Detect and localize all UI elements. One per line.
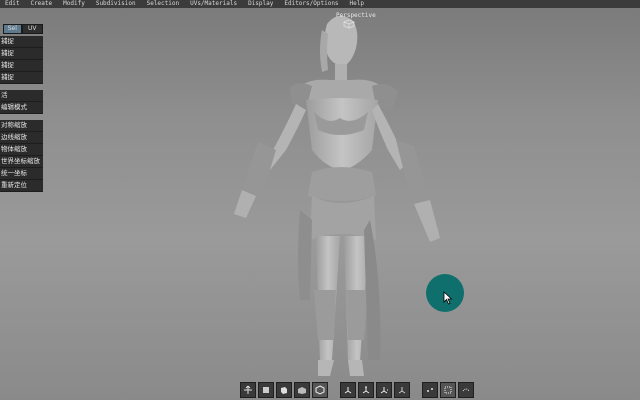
snap-button-4[interactable]: 捕捉: [0, 72, 43, 84]
vertex-mode-icon[interactable]: [422, 382, 438, 398]
tool-panel: Sel UV 捕捉 捕捉 捕捉 捕捉 活 编辑模式 对称缩放 边线缩放 物体缩放…: [0, 24, 43, 192]
menu-bar: Edit Create Modify Subdivision Selection…: [0, 0, 640, 8]
menu-item-editors-options[interactable]: Editors/Options: [279, 0, 344, 8]
view-cube-icon[interactable]: [343, 19, 355, 29]
menu-item-subdivision[interactable]: Subdivision: [91, 0, 142, 8]
edge-mode-icon[interactable]: [440, 382, 456, 398]
axis-world-icon[interactable]: [376, 382, 392, 398]
menu-item-edit[interactable]: Edit: [0, 0, 25, 8]
tab-sel[interactable]: Sel: [3, 24, 22, 34]
camera-label: Perspective: [336, 12, 376, 19]
face-mode-icon[interactable]: [458, 382, 474, 398]
menu-item-create[interactable]: Create: [25, 0, 58, 8]
unify-coord-button[interactable]: 统一坐标: [0, 168, 43, 180]
menu-item-display[interactable]: Display: [243, 0, 279, 8]
edge-scale-button[interactable]: 边线缩放: [0, 132, 43, 144]
move-gizmo-icon[interactable]: [240, 382, 256, 398]
tab-uv[interactable]: UV: [21, 24, 43, 34]
bottom-toolbar: [240, 382, 474, 398]
menu-item-selection[interactable]: Selection: [142, 0, 186, 8]
axis-xyz-icon[interactable]: [340, 382, 356, 398]
top-view-icon[interactable]: [294, 382, 310, 398]
menu-item-help[interactable]: Help: [345, 0, 370, 8]
front-view-icon[interactable]: [258, 382, 274, 398]
panel-tabs: Sel UV: [0, 24, 43, 34]
menu-item-modify[interactable]: Modify: [58, 0, 91, 8]
persp-view-icon[interactable]: [312, 382, 328, 398]
edit-mode-button[interactable]: 编辑模式: [0, 102, 43, 114]
axis-screen-icon[interactable]: [394, 382, 410, 398]
menu-item-uvs-materials[interactable]: UVs/Materials: [185, 0, 243, 8]
reposition-button[interactable]: 重新定位: [0, 180, 43, 192]
axis-local-icon[interactable]: [358, 382, 374, 398]
snap-button-2[interactable]: 捕捉: [0, 48, 43, 60]
snap-button-3[interactable]: 捕捉: [0, 60, 43, 72]
snap-button-1[interactable]: 捕捉: [0, 36, 43, 48]
world-coord-scale-button[interactable]: 世界坐标缩放: [0, 156, 43, 168]
symmetric-scale-button[interactable]: 对称缩放: [0, 120, 43, 132]
object-scale-button[interactable]: 物体缩放: [0, 144, 43, 156]
active-button[interactable]: 活: [0, 90, 43, 102]
character-model: [234, 15, 440, 376]
side-view-icon[interactable]: [276, 382, 292, 398]
mouse-cursor-icon: [443, 291, 453, 305]
3d-viewport[interactable]: Edit Create Modify Subdivision Selection…: [0, 0, 640, 400]
